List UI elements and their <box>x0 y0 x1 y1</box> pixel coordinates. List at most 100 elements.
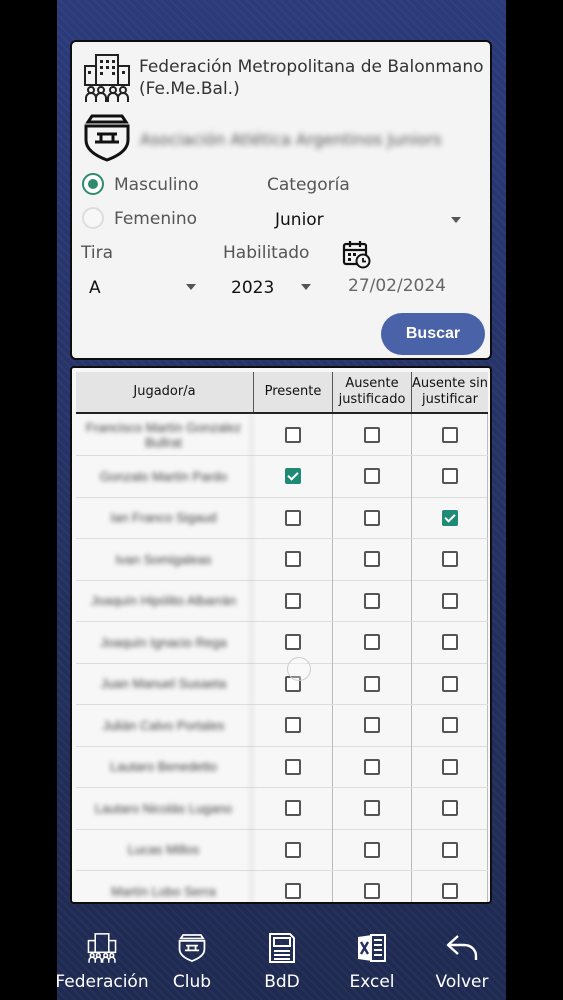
presente-cell <box>254 414 333 455</box>
header-presente: Presente <box>254 372 333 412</box>
app-screen: Federación Metropolitana de Balonmano (F… <box>57 0 506 1000</box>
back-arrow-icon <box>446 935 478 960</box>
aus_sin-cell <box>412 663 488 704</box>
gender-femenino-label[interactable]: Femenino <box>114 209 197 229</box>
nav-club[interactable]: Club <box>147 920 237 1000</box>
ausente-justificado-checkbox[interactable] <box>364 883 380 899</box>
nav-volver[interactable]: Volver <box>417 920 506 1000</box>
ausente-justificado-checkbox[interactable] <box>364 717 380 733</box>
nav-federacion-label: Federación <box>57 972 149 992</box>
aus_just-cell <box>333 746 412 787</box>
ausente-justificado-checkbox[interactable] <box>364 426 380 443</box>
ausente-justificado-checkbox[interactable] <box>364 800 380 816</box>
ausente-sin-justificar-checkbox[interactable] <box>441 551 458 567</box>
table-row: Gonzalo Martín Pardo <box>76 455 488 498</box>
calendar-icon[interactable] <box>342 239 372 269</box>
table-row: Lautaro Nicolás Lugano <box>76 787 488 830</box>
excel-icon <box>358 934 386 962</box>
gender-femenino-radio[interactable] <box>82 207 104 229</box>
building-icon <box>84 54 130 102</box>
header-ausente-justificado: Ausente justificado <box>333 372 412 412</box>
ausente-justificado-checkbox[interactable] <box>364 841 380 858</box>
date-field[interactable]: 27/02/2024 <box>348 276 446 296</box>
ausente-sin-justificar-checkbox[interactable] <box>441 883 458 899</box>
player-name: Francisco Martín Gonzalez Bullrat <box>76 414 252 455</box>
aus_just-cell <box>333 870 412 902</box>
nav-bdd-label: BdD <box>264 972 300 992</box>
presente-cell <box>254 704 333 746</box>
nav-federacion[interactable]: Federación <box>57 920 149 1000</box>
presente-checkbox[interactable] <box>285 758 301 775</box>
player-name: Joaquín Hipólito Albarrán <box>76 580 252 621</box>
bottom-nav: Federación Club BdD Excel Volver <box>57 920 506 1000</box>
aus_sin-cell <box>412 870 488 902</box>
club-name: Asociación Atlética Argentinos Juniors <box>140 130 442 149</box>
ausente-justificado-checkbox[interactable] <box>364 675 380 692</box>
aus_sin-cell <box>412 787 488 829</box>
ausente-sin-justificar-checkbox[interactable] <box>441 426 458 443</box>
presente-cell <box>254 497 333 538</box>
tira-chevron-down-icon[interactable] <box>186 284 196 290</box>
ausente-sin-justificar-checkbox[interactable] <box>441 800 458 816</box>
ausente-sin-justificar-checkbox[interactable] <box>441 675 458 692</box>
presente-checkbox[interactable] <box>285 551 301 567</box>
presente-checkbox[interactable] <box>285 634 301 650</box>
aus_sin-cell <box>412 704 488 746</box>
aus_just-cell <box>333 455 412 497</box>
presente-cell <box>254 580 333 621</box>
gender-masculino-label[interactable]: Masculino <box>114 175 199 195</box>
radio-selected-dot <box>88 179 98 189</box>
presente-checkbox[interactable] <box>285 717 301 733</box>
presente-checkbox[interactable] <box>285 883 301 899</box>
table-header: Jugador/a Presente Ausente justificado A… <box>76 372 488 414</box>
aus_just-cell <box>333 829 412 870</box>
table-row: Joaquín Ignacio Rega <box>76 621 488 664</box>
aus_just-cell <box>333 787 412 829</box>
aus_sin-cell <box>412 621 488 663</box>
ausente-sin-justificar-checkbox[interactable] <box>441 634 458 650</box>
ausente-justificado-checkbox[interactable] <box>364 758 380 775</box>
aus_sin-cell <box>412 829 488 870</box>
nav-excel[interactable]: Excel <box>327 920 417 1000</box>
aus_sin-cell <box>412 497 488 538</box>
ausente-sin-justificar-checkbox[interactable] <box>441 841 458 858</box>
presente-checkbox[interactable] <box>285 592 301 609</box>
ausente-justificado-checkbox[interactable] <box>364 509 380 526</box>
presente-checkbox[interactable] <box>285 426 301 443</box>
nav-bdd[interactable]: BdD <box>237 920 327 1000</box>
ausente-justificado-checkbox[interactable] <box>364 634 380 650</box>
player-name: Julián Calvo Portales <box>76 704 252 746</box>
ausente-sin-justificar-checkbox[interactable] <box>441 592 458 609</box>
database-icon <box>269 933 295 963</box>
categoria-select[interactable]: Junior <box>275 210 324 230</box>
ausente-justificado-checkbox[interactable] <box>364 551 380 567</box>
habilitado-chevron-down-icon[interactable] <box>301 284 311 290</box>
ausente-sin-justificar-checkbox[interactable] <box>441 758 458 775</box>
presente-checkbox[interactable] <box>285 841 301 858</box>
table-row: Joaquín Hipólito Albarrán <box>76 580 488 622</box>
player-name: Joaquín Ignacio Rega <box>76 621 252 663</box>
ausente-justificado-checkbox[interactable] <box>364 592 380 609</box>
ausente-sin-justificar-checkbox[interactable] <box>441 509 458 526</box>
header-jugador: Jugador/a <box>76 372 254 412</box>
player-name: Ivan Somigaleas <box>76 538 252 580</box>
ausente-sin-justificar-checkbox[interactable] <box>441 468 458 484</box>
gender-masculino-radio[interactable] <box>82 173 104 195</box>
aus_sin-cell <box>412 455 488 497</box>
presente-checkbox[interactable] <box>285 800 301 816</box>
ausente-sin-justificar-checkbox[interactable] <box>441 717 458 733</box>
nav-club-label: Club <box>172 972 212 992</box>
categoria-chevron-down-icon[interactable] <box>451 217 461 223</box>
ausente-justificado-checkbox[interactable] <box>364 468 380 484</box>
habilitado-select[interactable]: 2023 <box>231 278 274 298</box>
player-name: Gonzalo Martín Pardo <box>76 455 252 497</box>
player-name: Ian Franco Sigaud <box>76 497 252 538</box>
search-button[interactable]: Buscar <box>381 313 485 355</box>
player-name: Lautaro Benedetto <box>76 746 252 787</box>
club-shield-icon <box>84 114 130 162</box>
presente-checkbox[interactable] <box>285 468 301 484</box>
presente-checkbox[interactable] <box>285 509 301 526</box>
federation-header: Federación Metropolitana de Balonmano (F… <box>80 50 484 106</box>
tira-select[interactable]: A <box>89 278 101 298</box>
habilitado-label: Habilitado <box>223 243 310 263</box>
